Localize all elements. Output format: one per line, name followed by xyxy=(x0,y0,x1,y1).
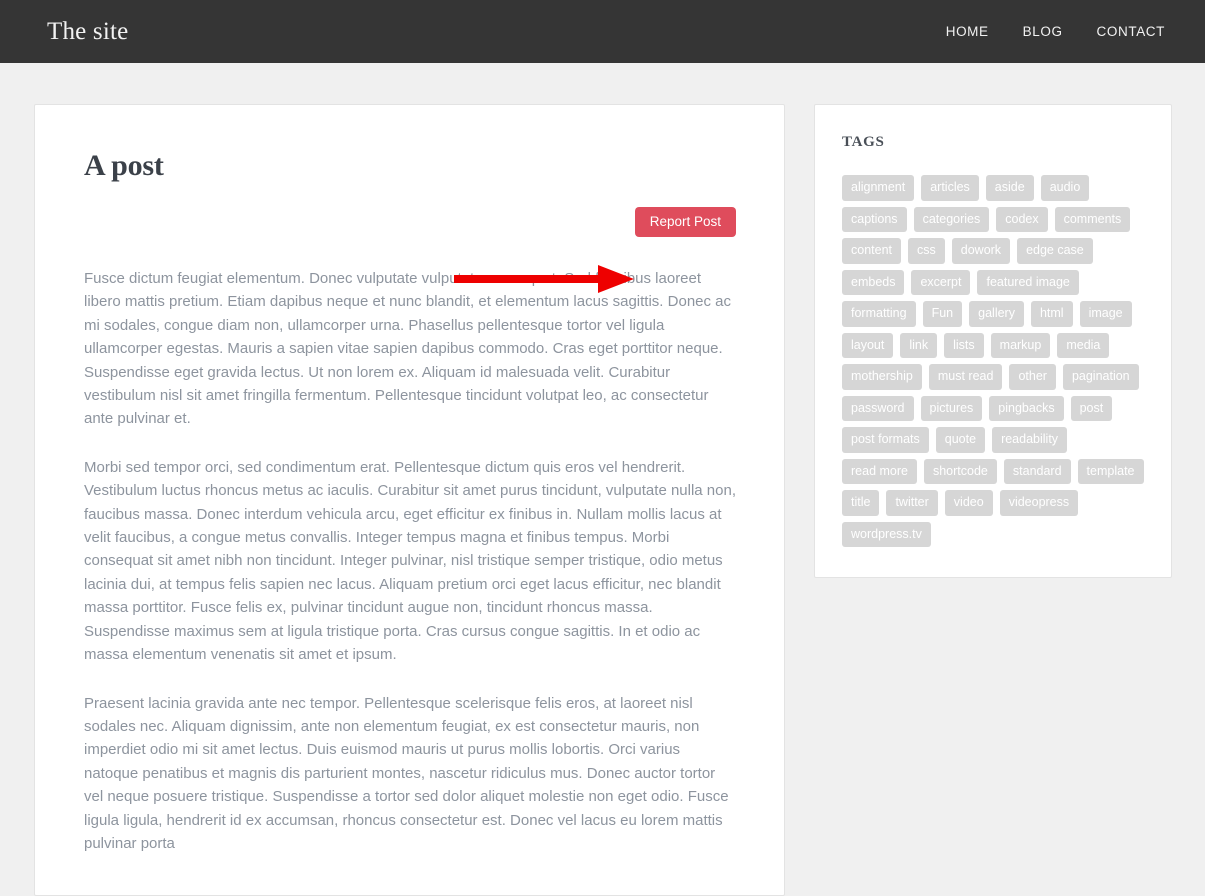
site-header: The site HOME BLOG CONTACT xyxy=(0,0,1205,63)
tag-link[interactable]: video xyxy=(944,490,993,516)
page-title: A post xyxy=(84,149,164,182)
tag-link[interactable]: videopress xyxy=(999,490,1079,516)
tag-link[interactable]: layout xyxy=(842,332,894,358)
tag-link[interactable]: markup xyxy=(990,332,1051,358)
tag-link[interactable]: twitter xyxy=(886,490,938,516)
tag-link[interactable]: Fun xyxy=(922,301,963,327)
tag-link[interactable]: embeds xyxy=(842,269,905,295)
tag-link[interactable]: excerpt xyxy=(911,269,971,295)
tag-link[interactable]: audio xyxy=(1040,175,1090,201)
tag-link[interactable]: gallery xyxy=(969,301,1024,327)
tag-link[interactable]: content xyxy=(842,238,902,264)
site-title[interactable]: The site xyxy=(47,19,128,44)
tag-link[interactable]: pictures xyxy=(920,395,983,421)
tag-link[interactable]: wordpress.tv xyxy=(842,521,931,547)
tag-link[interactable]: lists xyxy=(944,332,984,358)
tags-widget: TAGS alignment articles aside audio captions… xyxy=(814,104,1172,578)
post-paragraph: Morbi sed tempor orci, sed condimentum e… xyxy=(84,458,737,664)
tag-link[interactable]: comments xyxy=(1054,206,1131,232)
sidebar: TAGS alignment articles aside audio captions… xyxy=(814,104,1172,578)
tag-link[interactable]: template xyxy=(1077,458,1144,484)
tag-link[interactable]: html xyxy=(1030,301,1073,327)
tag-link[interactable]: title xyxy=(842,490,880,516)
tag-link[interactable]: dowork xyxy=(951,238,1011,264)
tag-link[interactable]: css xyxy=(908,238,945,264)
tag-link[interactable]: formatting xyxy=(842,301,916,327)
tag-link[interactable]: media xyxy=(1057,332,1110,358)
tag-link[interactable]: featured image xyxy=(977,269,1079,295)
tag-link[interactable]: quote xyxy=(935,427,986,453)
tag-link[interactable]: alignment xyxy=(842,175,915,201)
post-paragraph: Praesent lacinia gravida ante nec tempor… xyxy=(84,694,729,852)
tag-link[interactable]: codex xyxy=(996,206,1048,232)
tag-link[interactable]: standard xyxy=(1003,458,1071,484)
nav-link-contact[interactable]: CONTACT xyxy=(1097,24,1165,39)
tag-link[interactable]: post formats xyxy=(842,427,929,453)
tag-link[interactable]: image xyxy=(1079,301,1132,327)
nav-link-blog[interactable]: BLOG xyxy=(1023,24,1063,39)
tag-link[interactable]: read more xyxy=(842,458,917,484)
nav-link-home[interactable]: HOME xyxy=(946,24,989,39)
tag-cloud: alignment articles aside audio captions categ… xyxy=(842,175,1145,547)
report-post-button[interactable]: Report Post xyxy=(634,207,736,237)
tag-link[interactable]: captions xyxy=(842,206,907,232)
post-actions: Report Post xyxy=(84,207,736,237)
page-body: A post Report Post Fusce dictum feugiat … xyxy=(0,63,1205,896)
post-paragraph: Fusce dictum feugiat elementum. Donec vu… xyxy=(84,270,732,428)
tag-link[interactable]: pingbacks xyxy=(989,395,1064,421)
tag-link[interactable]: password xyxy=(842,395,914,421)
content-layout: A post Report Post Fusce dictum feugiat … xyxy=(0,104,1205,896)
tag-link[interactable]: aside xyxy=(985,175,1034,201)
tag-link[interactable]: readability xyxy=(992,427,1068,453)
primary-navigation: HOME BLOG CONTACT xyxy=(946,24,1165,39)
tag-link[interactable]: articles xyxy=(921,175,979,201)
tag-link[interactable]: pagination xyxy=(1062,364,1139,390)
tag-link[interactable]: post xyxy=(1070,395,1113,421)
tag-link[interactable]: mothership xyxy=(842,364,922,390)
tag-link[interactable]: categories xyxy=(913,206,990,232)
tag-link[interactable]: edge case xyxy=(1017,238,1093,264)
tags-widget-title: TAGS xyxy=(842,134,885,150)
post-content: Fusce dictum feugiat elementum. Donec vu… xyxy=(84,267,736,855)
tag-link[interactable]: shortcode xyxy=(923,458,997,484)
tag-link[interactable]: link xyxy=(900,332,938,358)
tag-link[interactable]: other xyxy=(1009,364,1056,390)
post-card: A post Report Post Fusce dictum feugiat … xyxy=(34,104,785,896)
tag-link[interactable]: must read xyxy=(928,364,1003,390)
